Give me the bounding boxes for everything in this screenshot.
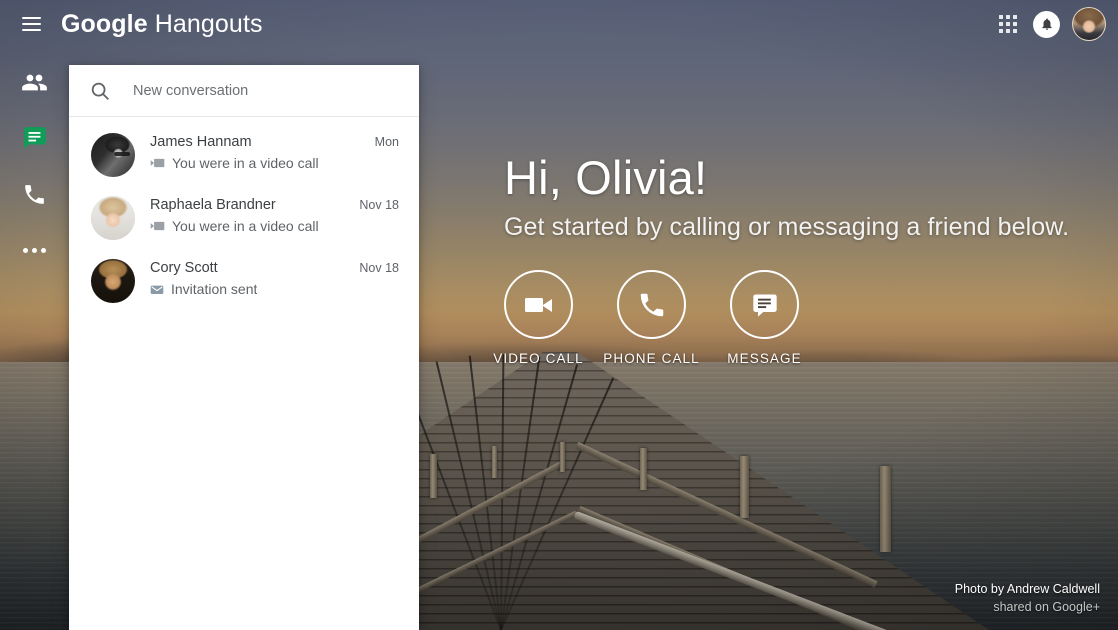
phone-call-circle bbox=[617, 270, 686, 339]
message-label: MESSAGE bbox=[727, 351, 802, 366]
account-avatar[interactable] bbox=[1072, 7, 1106, 41]
search-icon bbox=[91, 82, 109, 100]
conversation-body: James Hannam Mon You were in a video cal… bbox=[150, 133, 399, 171]
photo-credit-source: shared on Google+ bbox=[993, 600, 1100, 615]
phone-icon bbox=[25, 184, 44, 204]
video-camera-icon bbox=[524, 298, 552, 312]
status-text: You were in a video call bbox=[172, 218, 319, 234]
search-input[interactable] bbox=[133, 82, 383, 99]
brand-google: Google bbox=[61, 9, 148, 38]
phone-call-label: PHONE CALL bbox=[603, 351, 700, 366]
greeting-subtitle: Get started by calling or messaging a fr… bbox=[504, 213, 1070, 242]
status-text: You were in a video call bbox=[172, 155, 319, 171]
left-nav-rail bbox=[0, 48, 69, 630]
conversation-row-cory-scott[interactable]: Cory Scott Nov 18 Invitation sent bbox=[69, 250, 419, 313]
avatar bbox=[91, 196, 135, 240]
chat-bubble-icon bbox=[752, 294, 777, 317]
video-camera-icon bbox=[150, 221, 165, 231]
sidebar-item-contacts[interactable] bbox=[11, 58, 59, 106]
avatar-image bbox=[1073, 8, 1105, 40]
video-call-circle bbox=[504, 270, 573, 339]
video-camera-icon bbox=[150, 158, 165, 168]
notifications-bell-icon[interactable] bbox=[1033, 10, 1060, 38]
message-circle bbox=[730, 270, 799, 339]
hamburger-menu-icon[interactable] bbox=[14, 7, 48, 41]
search-bar[interactable] bbox=[69, 65, 419, 117]
conversation-header: Cory Scott Nov 18 bbox=[150, 260, 399, 276]
app-title: Google Hangouts bbox=[61, 9, 263, 38]
conversation-row-raphaela-brandner[interactable]: Raphaela Brandner Nov 18 You were in a v… bbox=[69, 187, 419, 250]
contact-name: Raphaela Brandner bbox=[150, 197, 276, 213]
status-text: Invitation sent bbox=[171, 281, 258, 297]
conversation-header: James Hannam Mon bbox=[150, 134, 399, 150]
more-horizontal-icon bbox=[23, 247, 46, 253]
conversation-timestamp: Mon bbox=[374, 135, 399, 149]
sidebar-item-more[interactable] bbox=[11, 226, 59, 274]
photo-credit-author: Photo by Andrew Caldwell bbox=[954, 581, 1100, 596]
phone-call-button[interactable]: PHONE CALL bbox=[603, 270, 699, 366]
conversation-timestamp: Nov 18 bbox=[359, 261, 399, 275]
contact-name: Cory Scott bbox=[150, 260, 218, 276]
conversation-list[interactable]: James Hannam Mon You were in a video cal… bbox=[69, 117, 419, 630]
message-icon bbox=[23, 127, 46, 149]
people-icon bbox=[22, 74, 47, 90]
conversation-timestamp: Nov 18 bbox=[359, 198, 399, 212]
video-call-label: VIDEO CALL bbox=[493, 351, 584, 366]
avatar bbox=[91, 259, 135, 303]
top-bar-actions bbox=[995, 7, 1106, 41]
apps-grid-icon[interactable] bbox=[995, 11, 1021, 37]
photo-credit: Photo by Andrew Caldwell shared on Googl… bbox=[955, 580, 1100, 618]
conversation-status: You were in a video call bbox=[150, 218, 399, 234]
conversation-header: Raphaela Brandner Nov 18 bbox=[150, 197, 399, 213]
conversation-status: You were in a video call bbox=[150, 155, 399, 171]
avatar bbox=[91, 133, 135, 177]
conversation-status: Invitation sent bbox=[150, 281, 399, 297]
phone-icon bbox=[640, 293, 663, 316]
contact-name: James Hannam bbox=[150, 134, 252, 150]
conversation-body: Raphaela Brandner Nov 18 You were in a v… bbox=[150, 196, 399, 234]
greeting-block: Hi, Olivia! Get started by calling or me… bbox=[504, 153, 1069, 242]
sidebar-item-conversations[interactable] bbox=[11, 114, 59, 162]
sidebar-item-phone[interactable] bbox=[11, 170, 59, 218]
hangouts-app: Google Hangouts New conversation James H… bbox=[0, 0, 1118, 630]
message-button[interactable]: MESSAGE bbox=[727, 270, 802, 366]
top-bar: Google Hangouts bbox=[0, 0, 1118, 48]
conversation-row-james-hannam[interactable]: James Hannam Mon You were in a video cal… bbox=[69, 124, 419, 187]
quick-actions: VIDEO CALL PHONE CALL MESSAGE bbox=[493, 270, 802, 366]
conversation-body: Cory Scott Nov 18 Invitation sent bbox=[150, 259, 399, 297]
conversation-panel: James Hannam Mon You were in a video cal… bbox=[69, 65, 419, 630]
video-call-button[interactable]: VIDEO CALL bbox=[493, 270, 583, 366]
greeting-title: Hi, Olivia! bbox=[504, 151, 708, 204]
envelope-icon bbox=[150, 285, 164, 294]
brand-product: Hangouts bbox=[147, 9, 263, 38]
